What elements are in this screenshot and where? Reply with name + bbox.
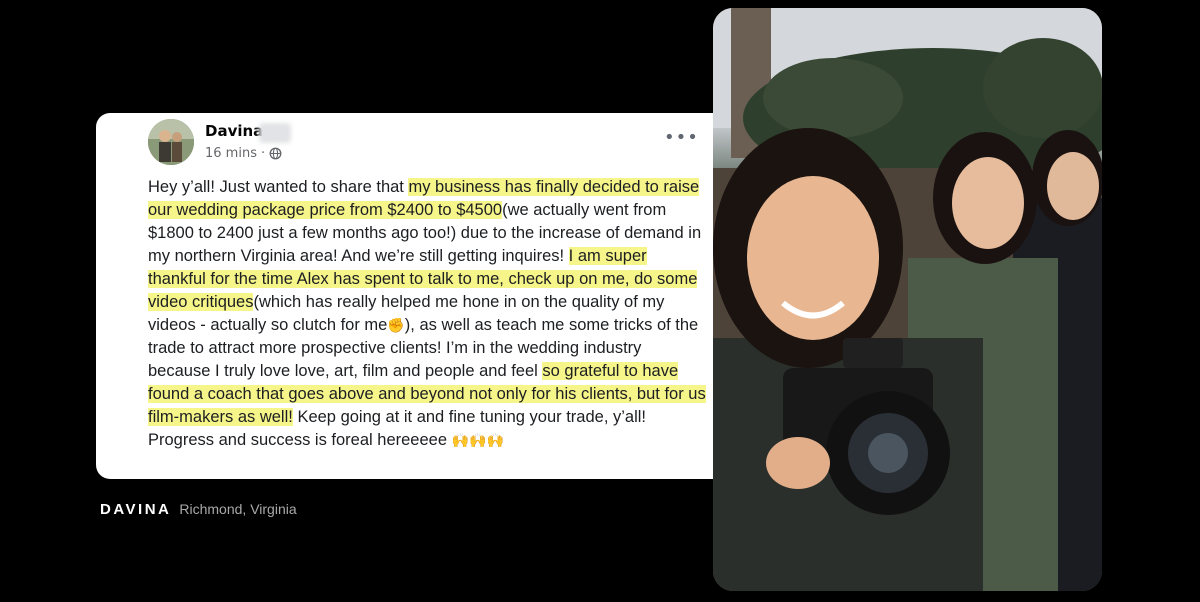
testimonial-caption: DAVINA Richmond, Virginia	[100, 501, 297, 518]
post-meta: 16 mins ·	[205, 146, 282, 161]
avatar[interactable]	[148, 119, 194, 165]
more-options-icon[interactable]: •••	[664, 128, 698, 148]
timestamp[interactable]: 16 mins	[205, 146, 257, 161]
post-card: Davina 16 mins · ••• Hey y’all! Just wan…	[96, 113, 746, 479]
post-text-1: Hey y’all! Just wanted to share that	[148, 178, 409, 196]
meta-separator: ·	[260, 146, 266, 161]
redacted-surname	[259, 123, 291, 143]
caption-name: DAVINA	[100, 501, 172, 518]
globe-icon[interactable]	[269, 147, 282, 160]
author-name[interactable]: Davina	[205, 122, 263, 140]
fist-emoji: ✊	[387, 317, 405, 333]
caption-location: Richmond, Virginia	[179, 501, 297, 517]
photo-illustration	[713, 8, 1102, 591]
testimonial-photo	[713, 8, 1102, 591]
post-body: Hey y’all! Just wanted to share that my …	[148, 176, 708, 452]
raised-hands-emoji: 🙌🙌🙌	[451, 432, 504, 448]
